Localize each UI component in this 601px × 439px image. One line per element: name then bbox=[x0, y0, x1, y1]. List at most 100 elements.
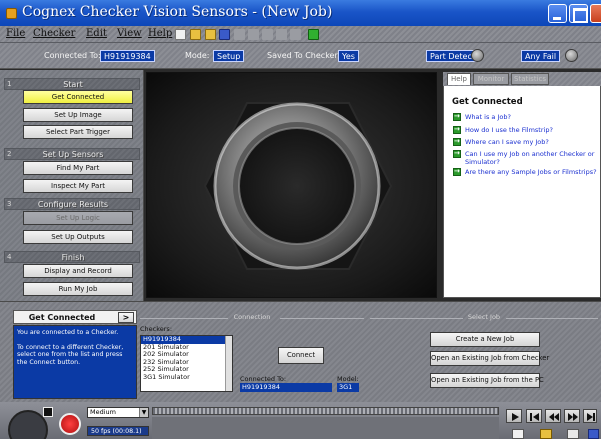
camera-dial[interactable] bbox=[8, 410, 48, 439]
speed-value: Medium bbox=[90, 408, 116, 416]
open-pc-icon[interactable] bbox=[205, 29, 216, 40]
step-header: Get Connected > bbox=[13, 310, 137, 324]
run-icon[interactable] bbox=[308, 29, 319, 40]
help-panel: Get Connected What is a Job? How do I us… bbox=[443, 72, 601, 298]
description-line-2: To connect to a different Checker, selec… bbox=[17, 343, 124, 366]
maximize-button[interactable] bbox=[569, 4, 588, 23]
open-job-from-pc-button[interactable]: Open an Existing Job from the PC bbox=[430, 373, 544, 388]
arrow-icon bbox=[453, 149, 461, 158]
checkers-label: Checkers: bbox=[140, 325, 173, 333]
chevron-down-icon[interactable]: ▼ bbox=[139, 408, 148, 417]
open-folder-icon[interactable] bbox=[190, 29, 201, 40]
step-forward-icon[interactable] bbox=[564, 409, 580, 423]
section-finish: 4 Finish bbox=[4, 251, 140, 263]
menu-checker[interactable]: Checker bbox=[33, 28, 75, 39]
open-job-from-checker-button[interactable]: Open an Existing Job from Checker bbox=[430, 351, 549, 366]
connected-to-label: Connected To: bbox=[240, 375, 287, 383]
display-and-record-button[interactable]: Display and Record bbox=[23, 264, 133, 278]
divider bbox=[140, 318, 228, 319]
section-start: 1 Start bbox=[4, 78, 140, 90]
menu-view[interactable]: View bbox=[117, 28, 142, 39]
connect-button[interactable]: Connect bbox=[278, 347, 324, 364]
checker-item[interactable]: 3G1 Simulator bbox=[141, 373, 232, 382]
set-up-outputs-button[interactable]: Set Up Outputs bbox=[23, 230, 133, 244]
saved-label: Saved To Checker: bbox=[267, 51, 341, 60]
create-new-job-button[interactable]: Create a New Job bbox=[430, 332, 540, 347]
help-heading: Get Connected bbox=[452, 97, 523, 107]
help-link-job[interactable]: What is a Job? bbox=[465, 113, 595, 121]
section-set-up-sensors: 2 Set Up Sensors bbox=[4, 148, 140, 160]
redo-icon[interactable] bbox=[248, 29, 259, 40]
close-button[interactable] bbox=[590, 4, 601, 23]
scrollbar[interactable] bbox=[225, 336, 232, 391]
set-up-image-button[interactable]: Set Up Image bbox=[23, 108, 133, 122]
tab-help[interactable]: Help bbox=[447, 73, 471, 85]
help-link-filmstrip[interactable]: How do I use the Filmstrip? bbox=[465, 126, 595, 134]
arrow-icon bbox=[453, 137, 461, 146]
step-description: You are connected to a Checker. To conne… bbox=[13, 325, 137, 399]
app-icon[interactable] bbox=[6, 8, 17, 19]
speed-select[interactable]: Medium ▼ bbox=[87, 407, 149, 418]
filmstrip-new-icon[interactable] bbox=[512, 429, 524, 439]
part-detect-indicator bbox=[471, 49, 484, 62]
divider bbox=[280, 318, 364, 319]
help-link-samples[interactable]: Are there any Sample Jobs or Filmstrips? bbox=[465, 168, 597, 176]
help-tabs: Help Monitor Statistics bbox=[443, 72, 601, 86]
any-fail-indicator bbox=[565, 49, 578, 62]
save-icon[interactable] bbox=[219, 29, 230, 40]
section-configure-results: 3 Configure Results bbox=[4, 198, 140, 210]
arrow-icon bbox=[453, 167, 461, 176]
divider bbox=[506, 318, 598, 319]
model-label: Model: bbox=[337, 375, 359, 383]
select-job-group-title: Select Job bbox=[467, 313, 501, 321]
menu-bar: File Checker Edit View Help bbox=[0, 26, 601, 43]
help-link-other-checker[interactable]: Can I use my Job on another Checker or S… bbox=[465, 150, 597, 166]
tab-statistics[interactable]: Statistics bbox=[511, 73, 549, 85]
inspect-my-part-button[interactable]: Inspect My Part bbox=[23, 179, 133, 193]
divider bbox=[370, 318, 463, 319]
mode-label: Mode: bbox=[185, 51, 210, 60]
any-fail-label: Any Fail bbox=[521, 50, 561, 62]
section-title: Finish bbox=[61, 253, 85, 262]
connected-to-value: H91919384 bbox=[100, 50, 155, 62]
filmstrip-settings-icon[interactable] bbox=[588, 429, 599, 439]
stop-icon[interactable] bbox=[43, 407, 53, 417]
description-line-1: You are connected to a Checker. bbox=[17, 329, 119, 336]
mode-value: Setup bbox=[213, 50, 245, 62]
minimize-button[interactable] bbox=[548, 4, 567, 23]
tab-monitor[interactable]: Monitor bbox=[473, 73, 509, 85]
menu-help[interactable]: Help bbox=[148, 28, 172, 39]
skip-forward-icon[interactable] bbox=[583, 409, 597, 423]
title-bar: Cognex Checker Vision Sensors - (New Job… bbox=[0, 0, 601, 26]
arrow-icon bbox=[453, 125, 461, 134]
filmstrip-open-icon[interactable] bbox=[540, 429, 552, 439]
new-file-icon[interactable] bbox=[175, 29, 186, 40]
step-title: Get Connected bbox=[28, 313, 96, 322]
window-title: Cognex Checker Vision Sensors - (New Job… bbox=[22, 4, 333, 20]
next-step-button[interactable]: > bbox=[118, 312, 134, 323]
filmstrip-track[interactable] bbox=[152, 407, 499, 415]
run-my-job-button[interactable]: Run My Job bbox=[23, 282, 133, 296]
play-icon[interactable] bbox=[506, 409, 522, 423]
connected-to-label: Connected To: bbox=[44, 51, 101, 60]
paste-icon[interactable] bbox=[290, 29, 301, 40]
step-back-icon[interactable] bbox=[545, 409, 561, 423]
filmstrip-area[interactable] bbox=[152, 417, 499, 439]
section-title: Configure Results bbox=[37, 200, 109, 209]
menu-file[interactable]: File bbox=[6, 28, 25, 39]
filmstrip-save-icon[interactable] bbox=[567, 429, 579, 439]
copy-icon[interactable] bbox=[276, 29, 287, 40]
skip-back-icon[interactable] bbox=[526, 409, 542, 423]
camera-image[interactable] bbox=[146, 72, 437, 298]
set-up-logic-button[interactable]: Set Up Logic bbox=[23, 211, 133, 225]
undo-icon[interactable] bbox=[234, 29, 245, 40]
cut-icon[interactable] bbox=[262, 29, 273, 40]
help-link-save[interactable]: Where can I save my Job? bbox=[465, 138, 595, 146]
menu-edit[interactable]: Edit bbox=[86, 28, 107, 39]
find-my-part-button[interactable]: Find My Part bbox=[23, 161, 133, 175]
select-part-trigger-button[interactable]: Select Part Trigger bbox=[23, 125, 133, 139]
get-connected-button[interactable]: Get Connected bbox=[23, 90, 133, 104]
section-title: Start bbox=[63, 80, 83, 89]
checkers-list[interactable]: H91919384 201 Simulator 202 Simulator 23… bbox=[140, 335, 233, 392]
record-button[interactable] bbox=[59, 413, 81, 435]
